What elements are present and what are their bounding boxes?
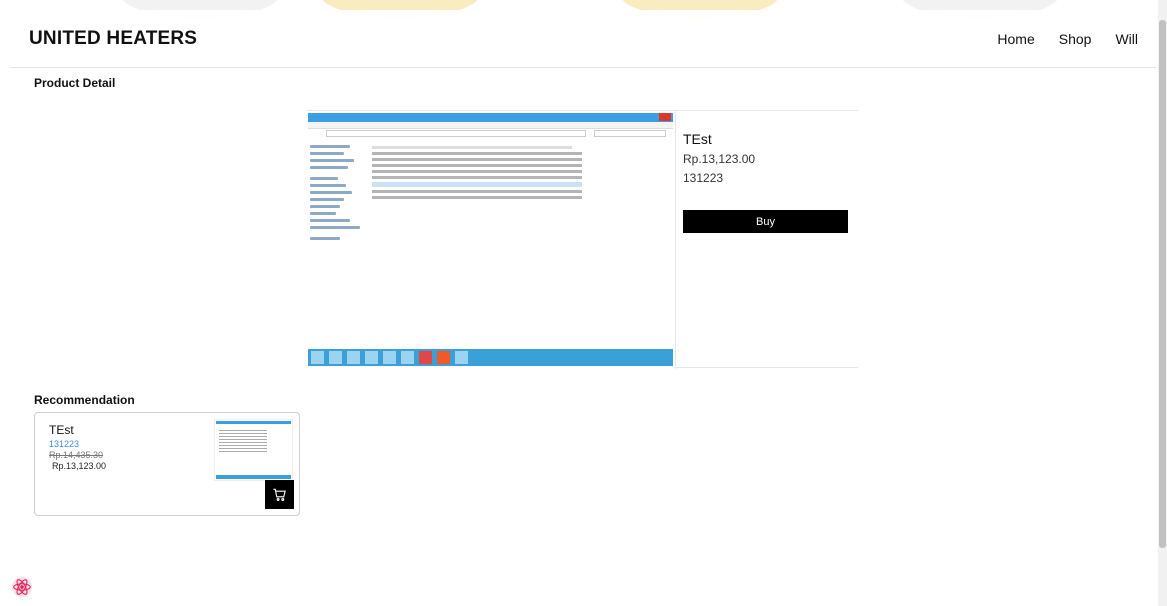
product-detail-title: Product Detail [34,76,116,90]
product-image [306,111,676,369]
product-detail-card: TEst Rp.13,123.00 131223 Buy [306,110,858,369]
rec-product-image [214,419,293,481]
nav-user[interactable]: Will [1115,31,1138,47]
scrollbar-thumb[interactable] [1159,20,1166,548]
nav-home[interactable]: Home [997,31,1034,47]
rec-product-code[interactable]: 131223 [49,439,79,449]
cart-icon [273,488,286,501]
product-info: TEst Rp.13,123.00 131223 [676,111,858,367]
nav-shop[interactable]: Shop [1059,31,1092,47]
product-code: 131223 [683,171,724,185]
rec-product-name: TEst [49,423,74,437]
recommendation-title: Recommendation [34,393,135,407]
react-logo-icon[interactable] [11,576,33,598]
brand-logo[interactable]: UNITED HEATERS [29,28,197,50]
product-name: TEst [683,131,712,147]
file-explorer-screenshot-icon [306,111,675,369]
page-scrollbar[interactable] [1158,0,1167,606]
add-to-cart-button[interactable] [265,480,294,509]
rec-old-price: Rp.14,435.30 [49,450,104,460]
product-price: Rp.13,123.00 [683,152,756,166]
buy-button[interactable]: Buy [683,210,848,233]
top-navbar: UNITED HEATERS Home Shop Will [10,10,1156,68]
rec-price: Rp.13,123.00 [52,461,107,471]
main-nav: Home Shop Will [997,31,1138,47]
recommendation-card[interactable]: TEst 131223 Rp.14,435.30 Rp.13,123.00 [34,412,300,516]
